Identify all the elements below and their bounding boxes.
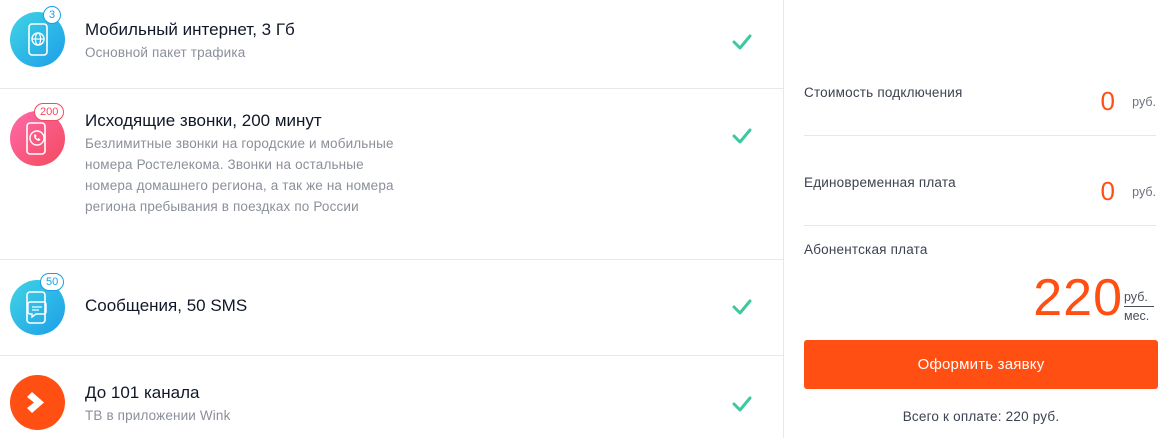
list-item: 3 Мобильный интернет, 3 Гб Основной паке… [0,0,783,89]
service-subtitle: Основной пакет трафика [85,45,246,60]
service-subtitle: ТВ в приложении Wink [85,408,231,423]
connection-cost-currency: руб. [1132,95,1156,109]
subscription-fee-label: Абонентская плата [804,242,928,257]
unit-period: мес. [1124,309,1150,323]
connection-cost-value: 0 [1100,86,1115,116]
check-icon [732,128,752,144]
unit-currency: руб. [1124,289,1154,307]
count-badge: 3 [43,6,62,24]
subscription-fee-unit: руб. мес. [1124,289,1154,324]
subscription-fee: Абонентская плата 220 руб. мес. [804,228,1156,328]
count-badge: 200 [34,103,65,121]
check-icon [732,299,752,315]
onetime-fee-label: Единовременная плата [804,175,956,190]
phone-call-icon: 200 [10,103,65,166]
list-item: До 101 канала ТВ в приложении Wink [0,356,783,438]
subscription-fee-value: 220 [1033,269,1123,327]
wink-logo-icon [10,375,65,430]
onetime-fee-value: 0 [1100,176,1115,206]
service-title: Сообщения, 50 SMS [85,296,248,315]
message-icon: 50 [10,273,65,335]
check-icon [732,34,752,50]
check-icon [732,396,752,412]
service-title: Исходящие звонки, 200 минут [85,111,322,130]
onetime-fee-currency: руб. [1132,185,1156,199]
globe-phone-icon: 3 [10,6,65,67]
order-button[interactable]: Оформить заявку [804,340,1158,389]
pricing-panel: Стоимость подключения 0 руб. Единовремен… [785,0,1175,438]
service-title: Мобильный интернет, 3 Гб [85,20,295,39]
connection-cost-label: Стоимость подключения [804,85,963,100]
count-badge: 50 [40,273,65,291]
connection-cost-row: Стоимость подключения 0 руб. [804,46,1156,136]
onetime-fee-row: Единовременная плата 0 руб. [804,136,1156,226]
list-item: 200 Исходящие звонки, 200 минут Безлимит… [0,89,783,260]
list-item: 50 Сообщения, 50 SMS [0,260,783,356]
total-amount: Всего к оплате: 220 руб. [902,409,1060,424]
service-subtitle: Безлимитные звонки на городские и мобиль… [85,136,394,214]
services-list: 3 Мобильный интернет, 3 Гб Основной паке… [0,0,784,438]
service-title: До 101 канала [85,383,200,402]
